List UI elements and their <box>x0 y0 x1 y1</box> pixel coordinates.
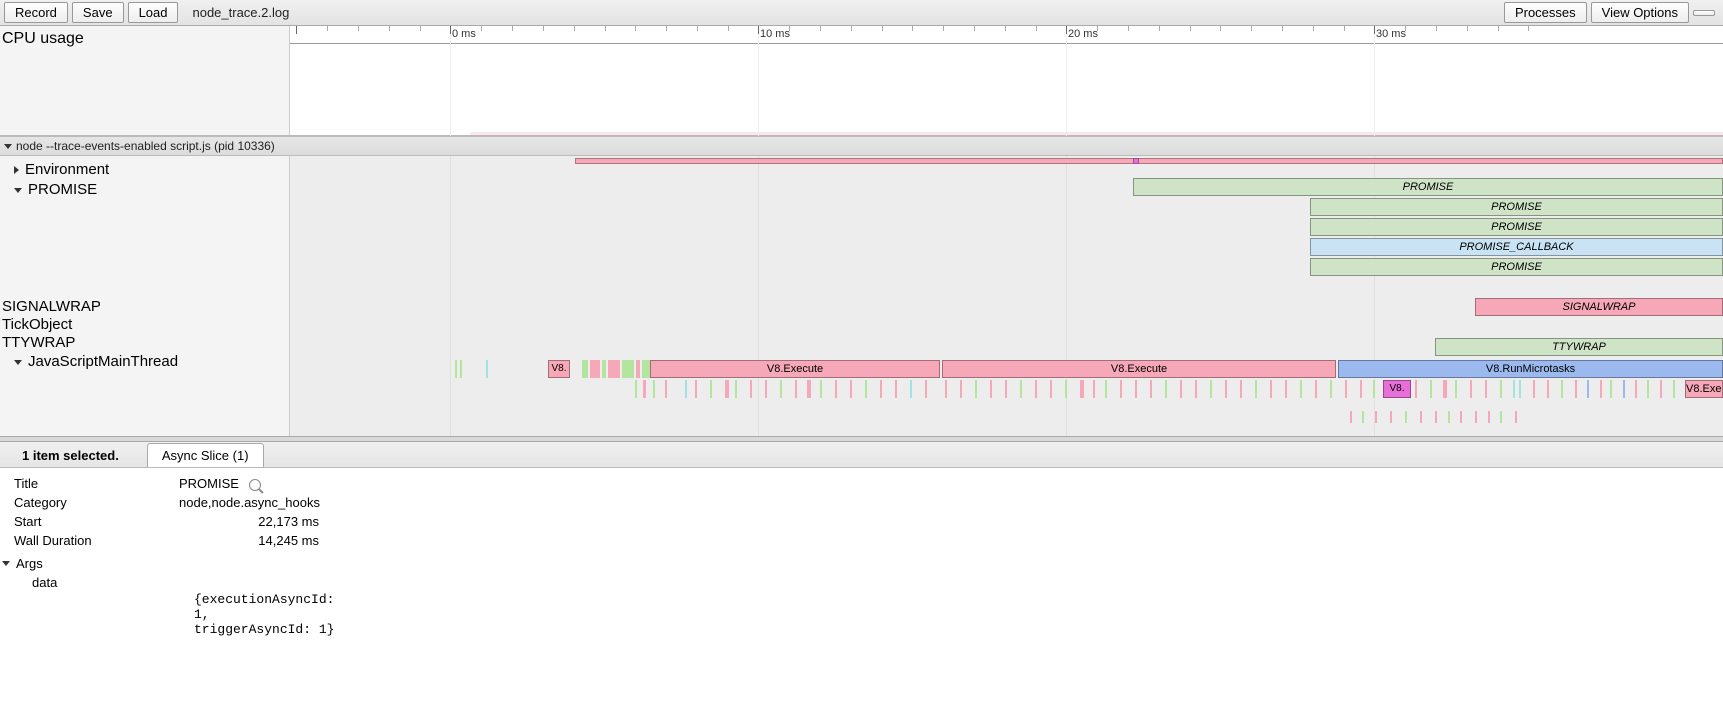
view-options-button[interactable]: View Options <box>1591 2 1689 23</box>
slice-v8-inner[interactable]: V8. <box>1383 380 1411 398</box>
chevron-right-icon <box>14 166 19 174</box>
slice-promise-1[interactable]: PROMISE <box>1133 178 1723 196</box>
sliver[interactable] <box>602 360 606 378</box>
slice-environment[interactable] <box>575 158 1723 164</box>
chevron-down-icon <box>14 360 22 365</box>
slice-signalwrap[interactable]: SIGNALWRAP <box>1475 298 1723 316</box>
detail-header: 1 item selected. Async Slice (1) <box>0 442 1723 468</box>
cpu-usage-label: CPU usage <box>0 26 289 52</box>
tab-async-slice[interactable]: Async Slice (1) <box>147 443 264 467</box>
track-promise[interactable]: PROMISE <box>0 180 289 200</box>
slice-v8-microtasks[interactable]: V8.RunMicrotasks <box>1338 360 1723 378</box>
track-environment[interactable]: Environment <box>0 160 289 180</box>
slice-environment-marker[interactable] <box>1133 158 1139 164</box>
slice-v8-execute-1[interactable]: V8.Execute <box>650 360 940 378</box>
slice-v8-execute-2[interactable]: V8.Execute <box>942 360 1336 378</box>
process-title: node --trace-events-enabled script.js (p… <box>16 139 275 153</box>
time-ruler[interactable]: 0 ms 10 ms 20 ms 30 ms <box>290 26 1723 44</box>
slice-promise-2[interactable]: PROMISE <box>1310 198 1723 216</box>
detail-start-key: Start <box>14 514 179 529</box>
chevron-down-icon <box>14 188 22 193</box>
save-button[interactable]: Save <box>72 2 124 23</box>
tick-20ms: 20 ms <box>1066 28 1098 40</box>
detail-args-key: Args <box>16 556 43 571</box>
sliver[interactable] <box>622 360 634 378</box>
detail-data-key: data <box>14 575 179 590</box>
process-header[interactable]: node --trace-events-enabled script.js (p… <box>0 136 1723 156</box>
tick-10ms: 10 ms <box>758 28 790 40</box>
sliver[interactable] <box>642 360 650 378</box>
filename-label: node_trace.2.log <box>192 5 289 20</box>
slice-promise-callback[interactable]: PROMISE_CALLBACK <box>1310 238 1723 256</box>
track-signalwrap[interactable]: SIGNALWRAP <box>0 298 289 316</box>
search-icon[interactable] <box>249 479 261 491</box>
slice-promise-4[interactable]: PROMISE <box>1310 258 1723 276</box>
js-row-2: V8. V8.Execute <box>635 380 1723 398</box>
empty-button[interactable] <box>1693 10 1715 16</box>
slice-promise-3[interactable]: PROMISE <box>1310 218 1723 236</box>
js-row-3 <box>1340 411 1723 425</box>
sliver[interactable] <box>486 360 488 378</box>
track-js-main[interactable]: JavaScriptMainThread <box>0 352 289 372</box>
track-ttywrap[interactable]: TTYWRAP <box>0 334 289 352</box>
load-button[interactable]: Load <box>128 2 179 23</box>
detail-duration-val: 14,245 ms <box>179 533 319 548</box>
detail-start-val: 22,173 ms <box>179 514 319 529</box>
cpu-activity-strip <box>470 132 1723 135</box>
toolbar: Record Save Load node_trace.2.log Proces… <box>0 0 1723 26</box>
cpu-row: CPU usage 0 ms 10 ms 20 ms 30 ms <box>0 26 1723 136</box>
detail-category-val: node,node.async_hooks <box>179 495 320 510</box>
tick-0ms: 0 ms <box>450 28 476 40</box>
track-labels: Environment PROMISE SIGNALWRAP TickObjec… <box>0 156 290 436</box>
detail-title-val: PROMISE <box>179 476 261 491</box>
sliver[interactable] <box>460 360 462 378</box>
processes-button[interactable]: Processes <box>1504 2 1587 23</box>
chevron-down-icon[interactable] <box>2 561 10 566</box>
sliver[interactable] <box>582 360 588 378</box>
detail-body: Title PROMISE Category node,node.async_h… <box>0 468 1723 643</box>
sliver[interactable] <box>608 360 620 378</box>
sliver[interactable] <box>636 360 640 378</box>
detail-data-val: {executionAsyncId: 1, triggerAsyncId: 1} <box>14 592 1709 637</box>
selection-count: 1 item selected. <box>12 444 129 467</box>
sliver[interactable] <box>590 360 600 378</box>
tick-30ms: 30 ms <box>1374 28 1406 40</box>
record-button[interactable]: Record <box>4 2 68 23</box>
slice-ttywrap[interactable]: TTYWRAP <box>1435 338 1723 356</box>
slice-v8-execute-3[interactable]: V8.Execute <box>1685 380 1723 398</box>
sliver[interactable] <box>455 360 457 378</box>
slice-v8-short[interactable]: V8. <box>548 360 570 378</box>
timeline[interactable]: PROMISE PROMISE PROMISE PROMISE_CALLBACK… <box>290 156 1723 436</box>
tracks-area: Environment PROMISE SIGNALWRAP TickObjec… <box>0 156 1723 436</box>
chevron-down-icon <box>4 144 12 149</box>
detail-category-key: Category <box>14 495 179 510</box>
track-tickobject[interactable]: TickObject <box>0 316 289 334</box>
detail-title-key: Title <box>14 476 179 491</box>
detail-duration-key: Wall Duration <box>14 533 179 548</box>
overview-timeline[interactable]: 0 ms 10 ms 20 ms 30 ms <box>290 26 1723 135</box>
